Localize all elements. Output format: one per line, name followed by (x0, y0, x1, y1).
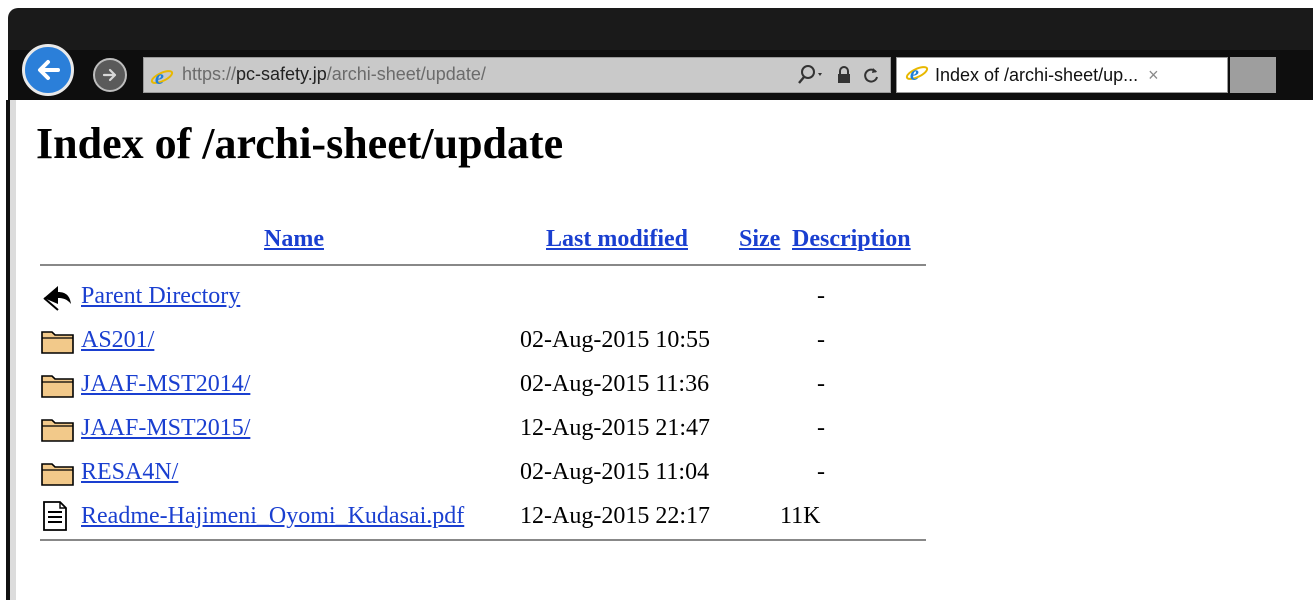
table-row: Parent Directory - (40, 276, 940, 316)
size-cell: - (817, 371, 825, 397)
back-arrow-icon (38, 60, 60, 80)
file-link[interactable]: JAAF-MST2014/ (81, 371, 250, 398)
column-header-description[interactable]: Description (792, 226, 911, 253)
address-url[interactable]: https://pc-safety.jp/archi-sheet/update/ (182, 64, 486, 85)
file-link[interactable]: RESA4N/ (81, 459, 178, 486)
ie-logo-icon: e (150, 66, 174, 93)
window-left-frame-inner (10, 100, 16, 600)
tab-current[interactable]: e Index of /archi-sheet/up... × (896, 57, 1228, 93)
tab-title: Index of /archi-sheet/up... (935, 64, 1139, 85)
size-cell: - (817, 415, 825, 441)
last-modified-cell: 02-Aug-2015 11:36 (520, 371, 710, 397)
column-header-name[interactable]: Name (264, 226, 324, 253)
search-icon[interactable] (796, 64, 826, 86)
address-tools (796, 64, 880, 86)
table-row: AS201/02-Aug-2015 10:55 - (40, 320, 940, 360)
table-row: RESA4N/02-Aug-2015 11:04 - (40, 452, 940, 492)
folder-icon[interactable] (40, 368, 76, 400)
svg-text:e: e (155, 67, 164, 88)
file-link[interactable]: JAAF-MST2015/ (81, 415, 250, 442)
back-button[interactable] (22, 44, 74, 96)
size-cell: - (817, 283, 825, 309)
address-bar[interactable]: e https://pc-safety.jp/archi-sheet/updat… (143, 57, 891, 93)
last-modified-cell: 12-Aug-2015 21:47 (520, 415, 710, 441)
new-tab-button[interactable] (1230, 57, 1276, 93)
footer-divider (40, 539, 926, 541)
file-link[interactable]: AS201/ (81, 327, 154, 354)
folder-icon[interactable] (40, 412, 76, 444)
table-row: JAAF-MST2015/12-Aug-2015 21:47 - (40, 408, 940, 448)
file-icon[interactable] (40, 500, 76, 532)
forward-arrow-icon (102, 68, 117, 82)
last-modified-cell: 02-Aug-2015 11:04 (520, 459, 710, 485)
page-title: Index of /archi-sheet/update (36, 119, 564, 168)
ie-logo-icon: e (905, 62, 929, 89)
size-cell: 11K (780, 503, 821, 529)
size-cell: - (817, 327, 825, 353)
folder-icon[interactable] (40, 324, 76, 356)
lock-icon[interactable] (836, 65, 852, 85)
forward-button[interactable] (93, 58, 127, 92)
parent-directory-icon[interactable] (40, 280, 76, 312)
table-row: JAAF-MST2014/02-Aug-2015 11:36 - (40, 364, 940, 404)
last-modified-cell: 02-Aug-2015 10:55 (520, 327, 710, 353)
table-row: Readme-Hajimeni_Oyomi_Kudasai.pdf 12-Aug-… (40, 496, 940, 536)
svg-text:e: e (910, 63, 919, 84)
tab-close-icon[interactable]: × (1148, 65, 1159, 86)
url-scheme: https:// (182, 64, 237, 84)
refresh-icon[interactable] (862, 65, 880, 85)
size-cell: - (817, 459, 825, 485)
folder-icon[interactable] (40, 456, 76, 488)
url-path: /archi-sheet/update/ (326, 64, 486, 84)
column-header-size[interactable]: Size (739, 226, 780, 253)
file-link[interactable]: Readme-Hajimeni_Oyomi_Kudasai.pdf (81, 503, 464, 530)
window-titlebar (8, 8, 1313, 50)
file-link[interactable]: Parent Directory (81, 283, 240, 310)
column-header-last-modified[interactable]: Last modified (546, 226, 688, 253)
header-divider (40, 264, 926, 266)
url-host: pc-safety.jp (236, 64, 327, 84)
last-modified-cell: 12-Aug-2015 22:17 (520, 503, 710, 529)
